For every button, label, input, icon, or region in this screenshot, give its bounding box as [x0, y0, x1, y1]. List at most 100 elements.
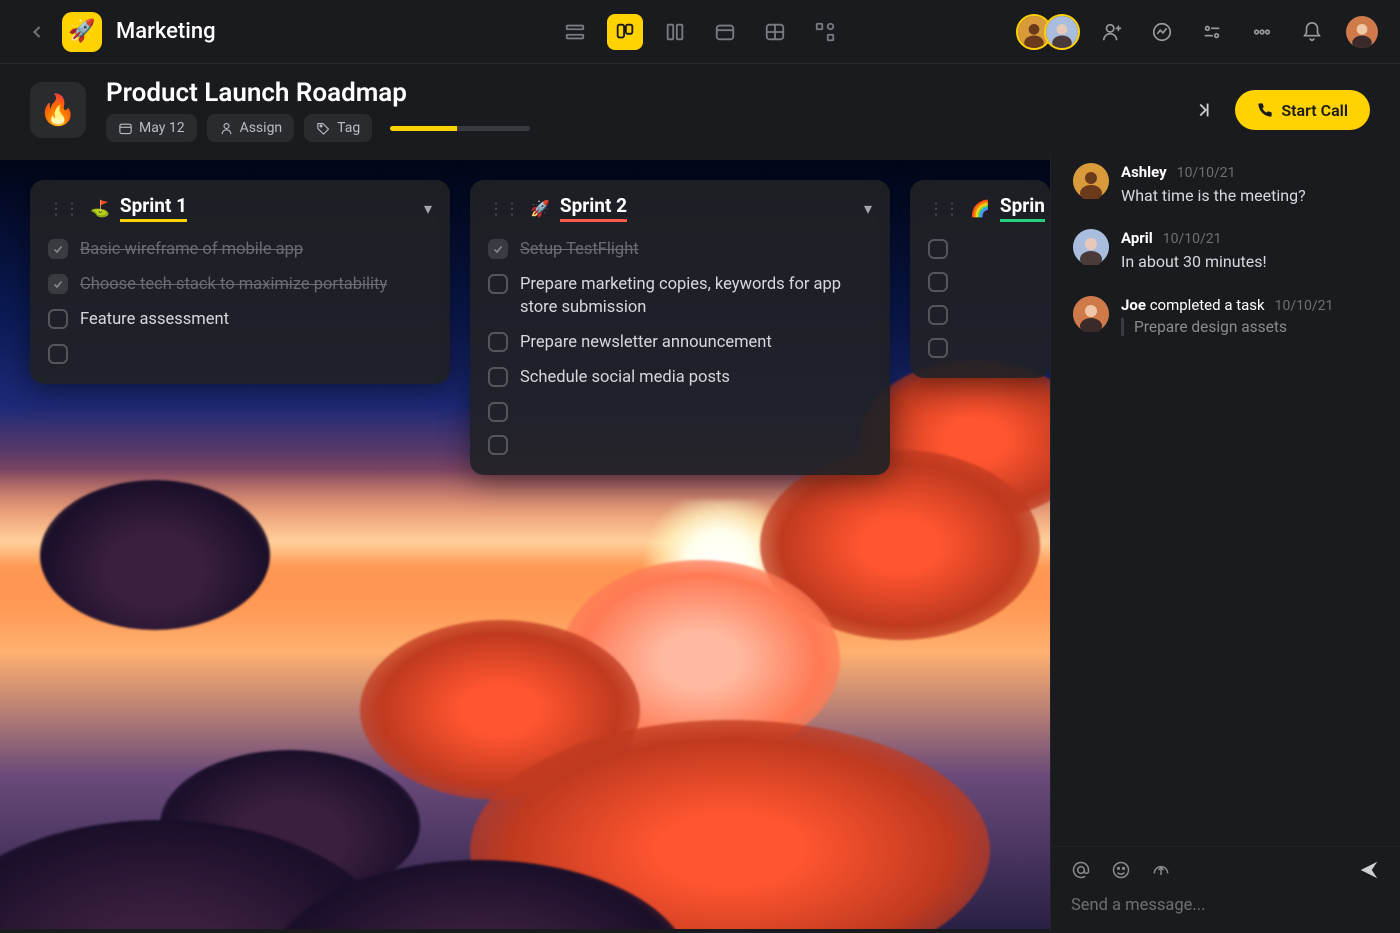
task-text: Setup TestFlight: [520, 238, 639, 261]
assign-pill[interactable]: Assign: [207, 114, 295, 142]
attachment-icon[interactable]: [1151, 860, 1171, 884]
workspace-icon[interactable]: 🚀: [62, 12, 102, 52]
checkbox-icon[interactable]: [928, 338, 948, 358]
emoji-icon[interactable]: [1111, 860, 1131, 884]
add-member-icon[interactable]: [1094, 14, 1130, 50]
view-table-icon[interactable]: [757, 14, 793, 50]
checkbox-icon[interactable]: [48, 344, 68, 364]
chat-message[interactable]: April 10/10/21 In about 30 minutes!: [1073, 229, 1378, 273]
message-text: What time is the meeting?: [1121, 185, 1378, 207]
activity-icon[interactable]: [1144, 14, 1180, 50]
avatar-member-2[interactable]: [1044, 14, 1080, 50]
column-title[interactable]: Sprint 2: [560, 194, 627, 222]
progress-bar: [390, 126, 530, 131]
task-text: Feature assessment: [80, 308, 229, 331]
avatar-current-user[interactable]: [1344, 14, 1380, 50]
avatar-stack[interactable]: [1016, 14, 1080, 50]
task-item[interactable]: [488, 395, 872, 428]
column-emoji: ⛳️: [90, 199, 110, 218]
column-sprint-1[interactable]: ⋮⋮ ⛳️ Sprint 1 ▾ Basic wireframe of mobi…: [30, 180, 450, 384]
message-timestamp: 10/10/21: [1163, 231, 1222, 247]
task-item[interactable]: Schedule social media posts: [488, 360, 872, 395]
column-title[interactable]: Sprin: [1000, 194, 1045, 222]
more-icon[interactable]: [1244, 14, 1280, 50]
send-icon[interactable]: [1358, 859, 1380, 885]
checkbox-icon[interactable]: [48, 239, 68, 259]
drag-handle-icon[interactable]: ⋮⋮: [48, 199, 80, 218]
column-sprint-2[interactable]: ⋮⋮ 🚀 Sprint 2 ▾ Setup TestFlight Prepare…: [470, 180, 890, 475]
checkbox-icon[interactable]: [928, 272, 948, 292]
task-item[interactable]: Prepare marketing copies, keywords for a…: [488, 267, 872, 325]
column-title[interactable]: Sprint 1: [120, 194, 187, 222]
chat-activity[interactable]: Joe completed a task 10/10/21 Prepare de…: [1073, 296, 1378, 336]
chevron-down-icon[interactable]: ▾: [864, 199, 872, 218]
avatar: [1073, 163, 1109, 199]
topbar: 🚀 Marketing: [0, 0, 1400, 64]
checkbox-icon[interactable]: [48, 274, 68, 294]
tag-pill[interactable]: Tag: [304, 114, 372, 142]
drag-handle-icon[interactable]: ⋮⋮: [488, 199, 520, 218]
checkbox-icon[interactable]: [488, 402, 508, 422]
checkbox-icon[interactable]: [488, 274, 508, 294]
task-text: Basic wireframe of mobile app: [80, 238, 303, 261]
checkbox-icon[interactable]: [488, 367, 508, 387]
assign-label: Assign: [240, 120, 283, 136]
due-date-pill[interactable]: May 12: [106, 114, 197, 142]
mention-icon[interactable]: [1071, 860, 1091, 884]
view-columns-icon[interactable]: [657, 14, 693, 50]
checkbox-icon[interactable]: [488, 332, 508, 352]
message-author: Joe: [1121, 296, 1146, 314]
page-emoji[interactable]: 🔥: [30, 82, 86, 138]
tag-label: Tag: [337, 120, 360, 136]
checkbox-icon[interactable]: [928, 239, 948, 259]
task-item[interactable]: [928, 265, 1032, 298]
checkbox-icon[interactable]: [488, 239, 508, 259]
start-call-label: Start Call: [1281, 101, 1348, 120]
chevron-down-icon[interactable]: ▾: [424, 199, 432, 218]
column-sprint-3[interactable]: ⋮⋮ 🌈 Sprin: [910, 180, 1050, 378]
view-workflow-icon[interactable]: [807, 14, 843, 50]
settings-icon[interactable]: [1194, 14, 1230, 50]
workspace-title[interactable]: Marketing: [116, 19, 216, 44]
message-timestamp: 10/10/21: [1275, 298, 1334, 314]
task-item[interactable]: Basic wireframe of mobile app: [48, 232, 432, 267]
message-input[interactable]: [1071, 896, 1380, 915]
task-item[interactable]: Choose tech stack to maximize portabilit…: [48, 267, 432, 302]
task-item[interactable]: Feature assessment: [48, 302, 432, 337]
view-calendar-icon[interactable]: [707, 14, 743, 50]
checkbox-icon[interactable]: [928, 305, 948, 325]
task-item[interactable]: [488, 428, 872, 461]
task-item[interactable]: Prepare newsletter announcement: [488, 325, 872, 360]
task-item[interactable]: [928, 232, 1032, 265]
view-list-icon[interactable]: [557, 14, 593, 50]
message-text: In about 30 minutes!: [1121, 251, 1378, 273]
message-author: April: [1121, 229, 1153, 247]
checkbox-icon[interactable]: [488, 435, 508, 455]
task-item[interactable]: [928, 331, 1032, 364]
chat-input-bar: [1050, 846, 1400, 933]
avatar: [1073, 296, 1109, 332]
avatar: [1073, 229, 1109, 265]
task-item[interactable]: Setup TestFlight: [488, 232, 872, 267]
topbar-right: [1016, 14, 1380, 50]
column-emoji: 🚀: [530, 199, 550, 218]
back-button[interactable]: [20, 15, 54, 49]
due-date-label: May 12: [139, 120, 185, 136]
page-header: 🔥 Product Launch Roadmap May 12 Assign T…: [0, 64, 1400, 160]
drag-handle-icon[interactable]: ⋮⋮: [928, 199, 960, 218]
task-text: Choose tech stack to maximize portabilit…: [80, 273, 387, 296]
start-call-button[interactable]: Start Call: [1235, 90, 1370, 130]
task-item[interactable]: [48, 337, 432, 370]
page-title[interactable]: Product Launch Roadmap: [106, 78, 530, 108]
view-board-icon[interactable]: [607, 14, 643, 50]
column-emoji: 🌈: [970, 199, 990, 218]
message-timestamp: 10/10/21: [1177, 165, 1236, 181]
task-item[interactable]: [928, 298, 1032, 331]
checkbox-icon[interactable]: [48, 309, 68, 329]
activity-quote: Prepare design assets: [1121, 318, 1378, 336]
message-author: Ashley: [1121, 163, 1167, 181]
collapse-sidebar-icon[interactable]: [1185, 92, 1221, 128]
activity-text: completed a task: [1150, 296, 1265, 314]
chat-message[interactable]: Ashley 10/10/21 What time is the meeting?: [1073, 163, 1378, 207]
bell-icon[interactable]: [1294, 14, 1330, 50]
